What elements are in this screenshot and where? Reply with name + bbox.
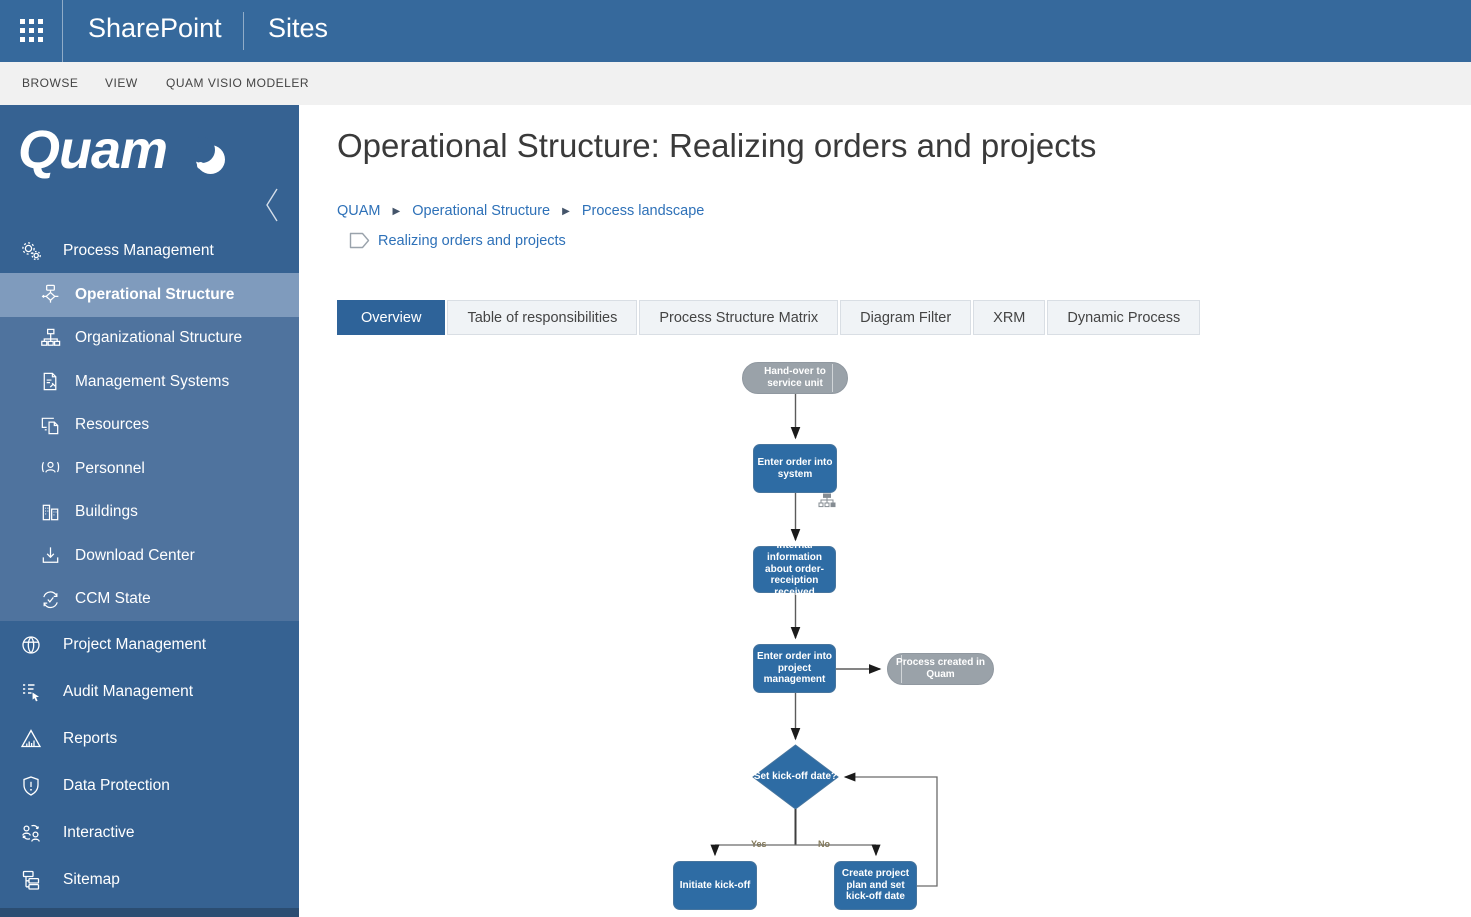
sidebar-item-label: CCM State <box>75 590 151 608</box>
tab-table-of-responsibilities[interactable]: Table of responsibilities <box>447 300 638 335</box>
page-title: Operational Structure: Realizing orders … <box>337 127 1097 164</box>
sidebar-item-project-management[interactable]: Project Management <box>0 621 299 668</box>
sharepoint-brand-link[interactable]: SharePoint <box>88 13 222 44</box>
tab-dynamic-process[interactable]: Dynamic Process <box>1047 300 1201 335</box>
flowchart-end-event-process-created[interactable]: Process created in Quam <box>887 653 994 685</box>
sidebar-item-label: Data Protection <box>63 776 170 794</box>
suite-bar: SharePoint Sites <box>0 0 1471 62</box>
document-audit-icon <box>38 370 62 394</box>
process-shape-icon <box>349 232 370 249</box>
sidebar-item-label: Reports <box>63 729 118 747</box>
breadcrumb: QUAM ▶ Operational Structure ▶ Process l… <box>337 203 704 219</box>
list-cursor-icon <box>19 680 43 704</box>
tab-xrm[interactable]: XRM <box>973 300 1046 335</box>
ribbon-tab-quam-visio-modeler[interactable]: QUAM VISIO MODELER <box>166 76 309 90</box>
sidebar-item-label: Operational Structure <box>75 285 235 303</box>
sidebar-item-label: Project Management <box>63 635 207 653</box>
ribbon-tab-browse[interactable]: BROWSE <box>22 76 78 90</box>
app-launcher-waffle-icon[interactable] <box>20 19 43 42</box>
sites-link[interactable]: Sites <box>268 13 328 44</box>
suite-bar-divider <box>62 0 63 62</box>
sidebar-item-download-center[interactable]: Download Center <box>0 534 299 578</box>
sidebar-item-buildings[interactable]: Buildings <box>0 491 299 535</box>
flowchart-task-enter-order-into-system[interactable]: Enter order into system <box>753 444 837 493</box>
flowchart-task-create-project-plan[interactable]: Create project plan and set kick-off dat… <box>834 861 917 910</box>
sidebar-item-data-protection[interactable]: Data Protection <box>0 762 299 809</box>
sidebar-item-operational-structure[interactable]: Operational Structure <box>0 273 299 317</box>
sidebar-collapse-chevron-icon[interactable] <box>265 187 279 228</box>
flowchart-task-internal-information[interactable]: Internal information about order-receipt… <box>753 540 836 598</box>
tab-overview[interactable]: Overview <box>337 300 446 335</box>
current-diagram-breadcrumb: Realizing orders and projects <box>349 232 566 249</box>
orgchart-icon <box>38 326 62 350</box>
sidebar-item-audit-management[interactable]: Audit Management <box>0 668 299 715</box>
sidebar-item-label: Buildings <box>75 503 138 521</box>
current-diagram-link[interactable]: Realizing orders and projects <box>378 233 566 249</box>
logo-row: Quam <box>0 105 299 229</box>
quam-logo[interactable]: Quam <box>18 119 168 181</box>
flowchart-start-event[interactable]: Hand-over to service unit <box>742 362 848 394</box>
flowchart-task-enter-order-into-project-management[interactable]: Enter order into project management <box>753 644 836 693</box>
sidebar-item-label: Resources <box>75 416 150 434</box>
breadcrumb-link-quam[interactable]: QUAM <box>337 203 381 219</box>
branch-label-yes: Yes <box>751 839 767 849</box>
quam-logo-moon-icon <box>189 137 225 174</box>
triangle-chart-icon <box>19 727 43 751</box>
sidebar-item-personnel[interactable]: Personnel <box>0 447 299 491</box>
branch-label-no: No <box>818 839 830 849</box>
sidebar-item-label: Download Center <box>75 546 195 564</box>
tab-process-structure-matrix[interactable]: Process Structure Matrix <box>639 300 839 335</box>
flowchart-icon <box>38 283 62 307</box>
breadcrumb-link-operational-structure[interactable]: Operational Structure <box>412 203 550 219</box>
sidebar-item-label: Interactive <box>63 823 135 841</box>
process-management-subnav: Operational Structure Organizational Str… <box>0 273 299 621</box>
ribbon-bar: BROWSE VIEW QUAM VISIO MODELER <box>0 62 1471 105</box>
sidebar-item-label: Sitemap <box>63 870 120 888</box>
sidebar-navigation: Quam Process Management Operational Stru… <box>0 105 299 917</box>
sidebar-item-ccm-state[interactable]: CCM State <box>0 578 299 622</box>
gears-icon <box>19 239 43 263</box>
view-tabs: Overview Table of responsibilities Proce… <box>337 300 1201 335</box>
flowchart-connectors <box>710 394 938 887</box>
breadcrumb-separator-icon: ▶ <box>392 206 401 217</box>
ribbon-tab-view[interactable]: VIEW <box>105 76 138 90</box>
sidebar-item-organizational-structure[interactable]: Organizational Structure <box>0 317 299 361</box>
sidebar-item-process-management[interactable]: Process Management <box>0 229 299 273</box>
breadcrumb-separator-icon: ▶ <box>562 206 570 217</box>
breadcrumb-link-process-landscape[interactable]: Process landscape <box>582 203 705 219</box>
tab-diagram-filter[interactable]: Diagram Filter <box>840 300 972 335</box>
main-content: Operational Structure: Realizing orders … <box>299 105 1471 917</box>
sidebar-item-sitemap[interactable]: Sitemap <box>0 856 299 903</box>
quam-sharepoint-app: SharePoint Sites BROWSE VIEW QUAM VISIO … <box>0 0 1471 917</box>
sidebar-item-reports[interactable]: Reports <box>0 715 299 762</box>
subprocess-indicator-icon <box>818 493 836 508</box>
sitemap-icon <box>19 868 43 892</box>
sync-check-icon <box>38 587 62 611</box>
flowchart-task-initiate-kickoff[interactable]: Initiate kick-off <box>673 861 757 910</box>
sidebar-item-label: Organizational Structure <box>75 329 243 347</box>
sidebar-item-management-systems[interactable]: Management Systems <box>0 360 299 404</box>
globe-icon <box>19 633 43 657</box>
sidebar-item-label: Personnel <box>75 459 145 477</box>
sidebar-item-label: Process Management <box>63 242 214 259</box>
suite-bar-divider <box>243 12 244 50</box>
screens-icon <box>38 413 62 437</box>
sidebar-item-resources[interactable]: Resources <box>0 404 299 448</box>
sidebar-item-label: Audit Management <box>63 682 194 700</box>
sidebar-item-interactive[interactable]: Interactive <box>0 809 299 856</box>
shield-icon <box>19 774 43 798</box>
buildings-icon <box>38 500 62 524</box>
person-brackets-icon <box>38 457 62 481</box>
sidebar-bottom-strip <box>0 908 299 917</box>
flowchart-decision-set-kickoff-date[interactable]: Set kick-off date? <box>750 760 841 794</box>
download-icon <box>38 544 62 568</box>
people-exchange-icon <box>19 821 43 845</box>
sidebar-item-label: Management Systems <box>75 372 230 390</box>
